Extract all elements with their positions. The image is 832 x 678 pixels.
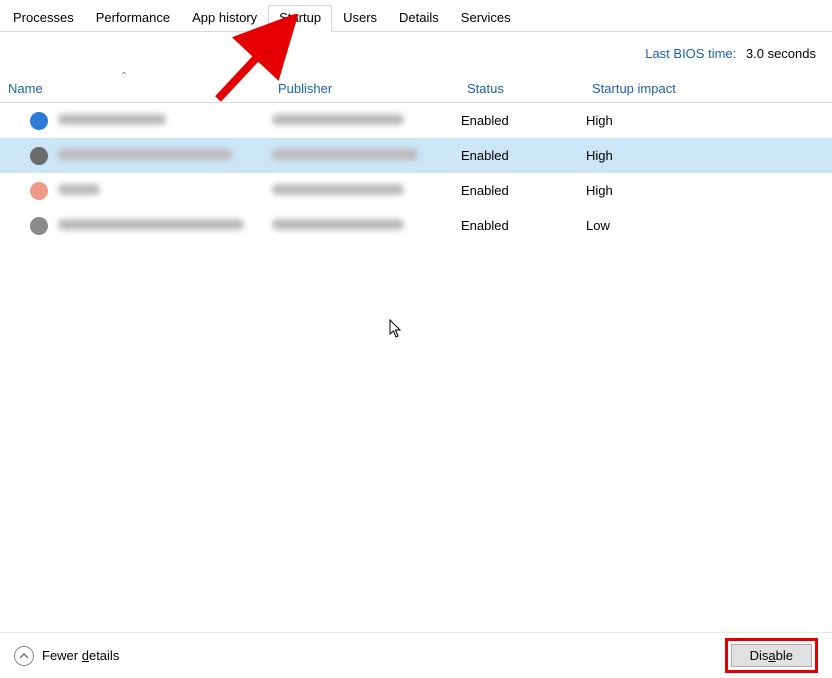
tab-services[interactable]: Services [450, 5, 522, 32]
cell-name [58, 183, 272, 198]
column-headers: ⌃ Name Publisher Status Startup impact [0, 67, 832, 103]
cell-publisher [272, 113, 461, 128]
column-header-status-label: Status [467, 81, 504, 96]
column-header-publisher-label: Publisher [278, 81, 332, 96]
cell-status: Enabled [461, 148, 586, 163]
table-row[interactable]: EnabledHigh [0, 138, 832, 173]
cell-status: Enabled [461, 218, 586, 233]
startup-list: EnabledHighEnabledHighEnabledHighEnabled… [0, 103, 832, 243]
tab-processes[interactable]: Processes [2, 5, 85, 32]
app-icon [30, 112, 48, 130]
fewer-details-button[interactable]: Fewer details [14, 646, 119, 666]
table-row[interactable]: EnabledLow [0, 208, 832, 243]
column-header-name[interactable]: ⌃ Name [0, 81, 272, 96]
cell-impact: High [586, 148, 706, 163]
column-header-impact-label: Startup impact [592, 81, 676, 96]
cell-status: Enabled [461, 113, 586, 128]
column-header-impact[interactable]: Startup impact [586, 81, 706, 96]
disable-button-highlight: Disable [725, 638, 818, 673]
cell-publisher [272, 183, 461, 198]
column-header-status[interactable]: Status [461, 81, 586, 96]
tab-details[interactable]: Details [388, 5, 450, 32]
tab-users[interactable]: Users [332, 5, 388, 32]
column-header-publisher[interactable]: Publisher [272, 81, 461, 96]
bios-time-label: Last BIOS time: [645, 46, 736, 61]
footer-bar: Fewer details Disable [0, 632, 832, 678]
table-row[interactable]: EnabledHigh [0, 103, 832, 138]
cell-publisher [272, 218, 461, 233]
app-icon [30, 217, 48, 235]
mouse-cursor-icon [389, 319, 405, 339]
app-icon [30, 147, 48, 165]
chevron-up-icon [14, 646, 34, 666]
tab-app-history[interactable]: App history [181, 5, 268, 32]
app-icon [30, 182, 48, 200]
bios-time-value: 3.0 seconds [746, 46, 816, 61]
bios-time-line: Last BIOS time: 3.0 seconds [0, 32, 832, 67]
disable-button[interactable]: Disable [731, 644, 812, 667]
cell-status: Enabled [461, 183, 586, 198]
fewer-details-label: Fewer details [42, 648, 119, 663]
tab-performance[interactable]: Performance [85, 5, 181, 32]
tab-bar: ProcessesPerformanceApp historyStartupUs… [0, 0, 832, 32]
cell-name [58, 218, 272, 233]
table-row[interactable]: EnabledHigh [0, 173, 832, 208]
cell-publisher [272, 148, 461, 163]
cell-name [58, 113, 272, 128]
column-header-name-label: Name [8, 81, 43, 96]
tab-startup[interactable]: Startup [268, 5, 332, 32]
sort-chevron-icon: ⌃ [120, 71, 128, 82]
cell-impact: Low [586, 218, 706, 233]
cell-name [58, 148, 272, 163]
cell-impact: High [586, 113, 706, 128]
cell-impact: High [586, 183, 706, 198]
